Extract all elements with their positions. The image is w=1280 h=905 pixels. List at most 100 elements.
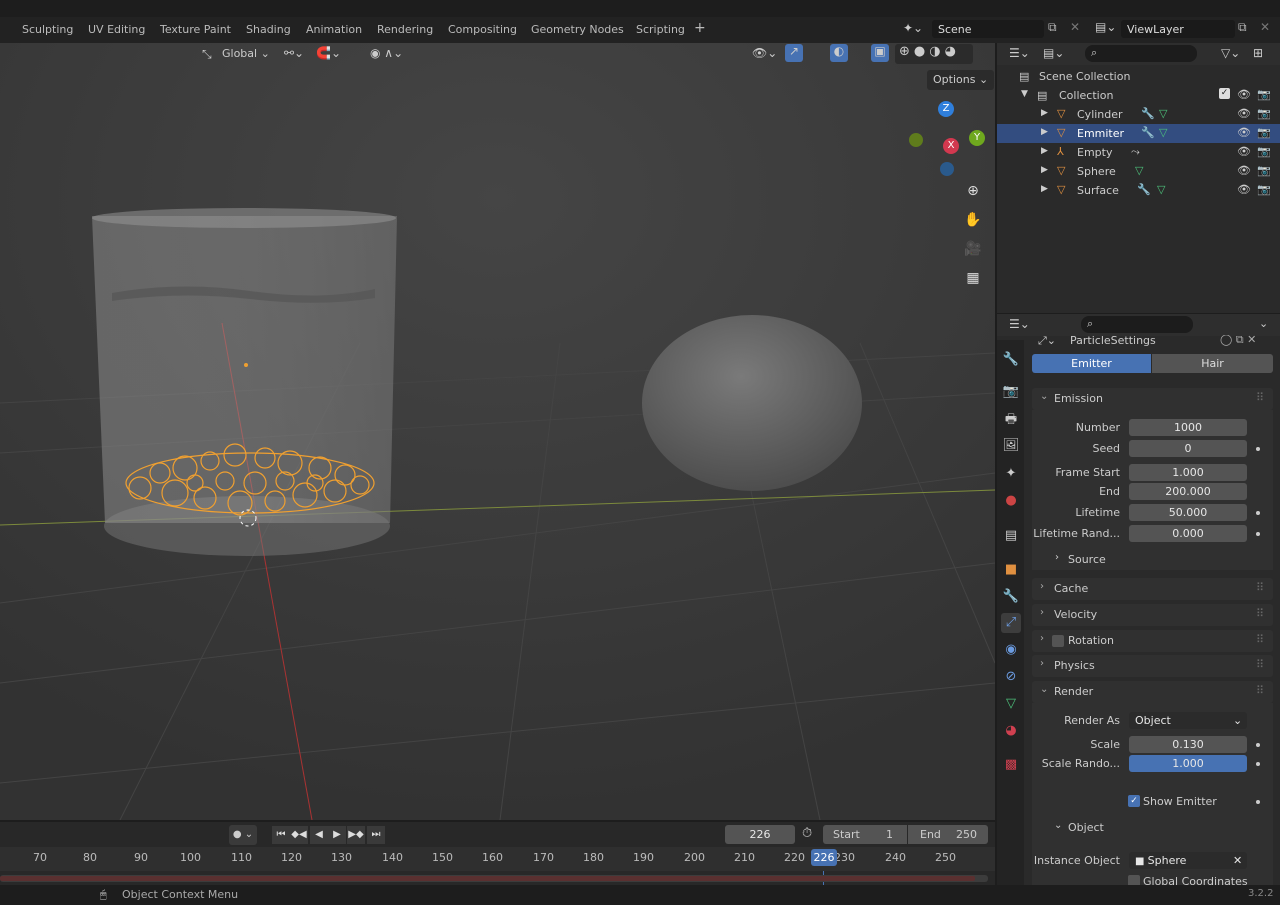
- render-as-dropdown[interactable]: Object ⌄: [1129, 712, 1247, 729]
- object-tab-icon[interactable]: ■: [1001, 560, 1021, 580]
- visibility-icon[interactable]: 👁⌄: [752, 46, 777, 60]
- scene-selector[interactable]: Scene: [932, 20, 1044, 38]
- playhead-indicator[interactable]: 226: [811, 849, 837, 866]
- viewlayer-selector[interactable]: ViewLayer: [1121, 20, 1235, 38]
- tab-rendering[interactable]: Rendering: [377, 23, 433, 36]
- drag-handle-icon[interactable]: ⠿: [1256, 684, 1264, 697]
- chevron-down-icon[interactable]: ⌄: [1259, 317, 1268, 330]
- gizmo-neg-z-icon[interactable]: [940, 162, 954, 176]
- object-subpanel[interactable]: ⌄ Object: [1040, 820, 1265, 836]
- editor-type-icon[interactable]: ☰⌄: [1009, 46, 1030, 60]
- eye-icon[interactable]: 👁: [1237, 88, 1251, 101]
- keyframe-dot[interactable]: [1256, 762, 1260, 766]
- pivot-icon[interactable]: ⚯⌄: [284, 46, 304, 60]
- navigation-gizmo[interactable]: Z Y X: [905, 98, 990, 183]
- tool-tab-icon[interactable]: 🔧: [1001, 350, 1021, 370]
- eye-icon[interactable]: 👁: [1237, 145, 1251, 158]
- new-scene-icon[interactable]: ⧉: [1048, 20, 1057, 35]
- output-tab-icon[interactable]: 🖶: [1001, 410, 1021, 430]
- render-panel-header[interactable]: ⌄ Render ⠿: [1032, 681, 1273, 703]
- modifier-tab-icon[interactable]: 🔧: [1001, 587, 1021, 607]
- tab-uv-editing[interactable]: UV Editing: [88, 23, 145, 36]
- clear-icon[interactable]: ✕: [1233, 852, 1242, 869]
- drag-handle-icon[interactable]: ⠿: [1256, 581, 1264, 594]
- current-frame-field[interactable]: 226: [725, 825, 795, 844]
- settings-action-icons[interactable]: ◯ ⧉ ✕: [1220, 335, 1256, 347]
- auto-keying-icon[interactable]: ● ⌄: [229, 825, 257, 845]
- filter-icon[interactable]: ▽⌄: [1221, 46, 1240, 60]
- snap-icon[interactable]: 🧲⌄: [316, 46, 341, 60]
- gizmo-toggle-icon[interactable]: ↗: [785, 44, 803, 62]
- drag-handle-icon[interactable]: ⠿: [1256, 633, 1264, 646]
- keyframe-dot[interactable]: [1256, 511, 1260, 515]
- pan-hand-icon[interactable]: ✋: [962, 209, 984, 231]
- particle-settings-icon[interactable]: ⤢⌄: [1038, 335, 1056, 348]
- properties-search-input[interactable]: ⌕: [1081, 316, 1193, 333]
- cache-panel-header[interactable]: › Cache ⠿: [1032, 578, 1273, 600]
- tab-sculpting[interactable]: Sculpting: [22, 23, 73, 36]
- expand-arrow-icon[interactable]: ▶: [1041, 184, 1048, 194]
- data-tab-icon[interactable]: ▽: [1001, 694, 1021, 714]
- constraints-tab-icon[interactable]: ⊘: [1001, 667, 1021, 687]
- texture-tab-icon[interactable]: ▩: [1001, 755, 1021, 775]
- tab-geometry-nodes[interactable]: Geometry Nodes: [531, 23, 624, 36]
- scrollbar-thumb[interactable]: [0, 876, 975, 881]
- camera-icon[interactable]: 📷: [1257, 164, 1271, 177]
- jump-start-icon[interactable]: ⏮: [272, 826, 290, 844]
- eye-icon[interactable]: 👁: [1237, 126, 1251, 139]
- keyframe-dot[interactable]: [1256, 743, 1260, 747]
- physics-panel-header[interactable]: › Physics ⠿: [1032, 655, 1273, 677]
- eye-icon[interactable]: 👁: [1237, 107, 1251, 120]
- seed-field[interactable]: 0: [1129, 440, 1247, 457]
- frame-end-field[interactable]: 200.000: [1129, 483, 1247, 500]
- play-reverse-icon[interactable]: ◀: [310, 826, 328, 844]
- scene-tab-icon[interactable]: ✦: [1001, 464, 1021, 484]
- outliner-item-sphere[interactable]: ▶ ▽ Sphere ▽ 👁 📷: [997, 162, 1280, 181]
- instance-object-field[interactable]: ■ Sphere ✕: [1129, 852, 1247, 869]
- delete-viewlayer-icon[interactable]: ✕: [1260, 20, 1270, 34]
- stopwatch-icon[interactable]: ⏱: [802, 826, 812, 841]
- rotation-panel-header[interactable]: › Rotation ⠿: [1032, 630, 1273, 652]
- number-field[interactable]: 1000: [1129, 419, 1247, 436]
- gizmo-neg-y-icon[interactable]: [909, 133, 923, 147]
- 3d-viewport[interactable]: ⤡ Global ⌄ ⚯⌄ 🧲⌄ ◉ ∧⌄ 👁⌄ ↗ ◐ ▣ ⊕●◑◕ Opti…: [0, 43, 995, 820]
- render-tab-icon[interactable]: 📷: [1001, 382, 1021, 402]
- camera-icon[interactable]: 📷: [1257, 126, 1271, 139]
- particle-settings-name[interactable]: ParticleSettings: [1070, 335, 1156, 347]
- display-mode-icon[interactable]: ▤⌄: [1043, 46, 1064, 60]
- new-viewlayer-icon[interactable]: ⧉: [1238, 20, 1247, 35]
- prev-keyframe-icon[interactable]: ◆◀: [290, 826, 308, 844]
- editor-type-icon[interactable]: ☰⌄: [1009, 317, 1030, 331]
- scale-random-field[interactable]: 1.000: [1129, 755, 1247, 772]
- transform-orientation-dropdown[interactable]: Global ⌄: [216, 44, 276, 64]
- keyframe-dot[interactable]: [1256, 447, 1260, 451]
- outliner-item-cylinder[interactable]: ▶ ▽ Cylinder 🔧 ▽ 👁 📷: [997, 105, 1280, 124]
- zoom-icon[interactable]: ⊕: [962, 180, 984, 202]
- tab-animation[interactable]: Animation: [306, 23, 362, 36]
- start-frame-field[interactable]: Start 1: [823, 825, 907, 844]
- show-emitter-checkbox[interactable]: ✓: [1128, 795, 1140, 807]
- sphere-object[interactable]: [642, 315, 862, 491]
- drag-handle-icon[interactable]: ⠿: [1256, 658, 1264, 671]
- eye-icon[interactable]: 👁: [1237, 164, 1251, 177]
- jump-end-icon[interactable]: ⏭: [367, 826, 385, 844]
- overlay-toggle-icon[interactable]: ◐: [830, 44, 848, 62]
- gizmo-x-icon[interactable]: X: [943, 138, 959, 154]
- lifetime-random-field[interactable]: 0.000: [1129, 525, 1247, 542]
- expand-arrow-icon[interactable]: ▶: [1041, 165, 1048, 175]
- frame-start-field[interactable]: 1.000: [1129, 464, 1247, 481]
- keyframe-dot[interactable]: [1256, 800, 1260, 804]
- outliner-item-empty[interactable]: ▶ ⅄ Empty ⤳ 👁 📷: [997, 143, 1280, 162]
- outliner-collection[interactable]: ▼ ▤ Collection ✓ 👁 📷: [997, 86, 1280, 105]
- next-keyframe-icon[interactable]: ▶◆: [347, 826, 365, 844]
- eye-icon[interactable]: 👁: [1237, 183, 1251, 196]
- lifetime-field[interactable]: 50.000: [1129, 504, 1247, 521]
- physics-tab-icon[interactable]: ◉: [1001, 640, 1021, 660]
- outliner-search-input[interactable]: ⌕: [1085, 45, 1197, 62]
- perspective-grid-icon[interactable]: ▦: [962, 267, 984, 289]
- tab-texture-paint[interactable]: Texture Paint: [160, 23, 231, 36]
- outliner-item-surface[interactable]: ▶ ▽ Surface 🔧 ▽ 👁 📷: [997, 181, 1280, 200]
- keyframe-dot[interactable]: [1256, 532, 1260, 536]
- expand-arrow-icon[interactable]: ▶: [1041, 146, 1048, 156]
- shading-mode-icons[interactable]: ⊕●◑◕: [895, 44, 973, 64]
